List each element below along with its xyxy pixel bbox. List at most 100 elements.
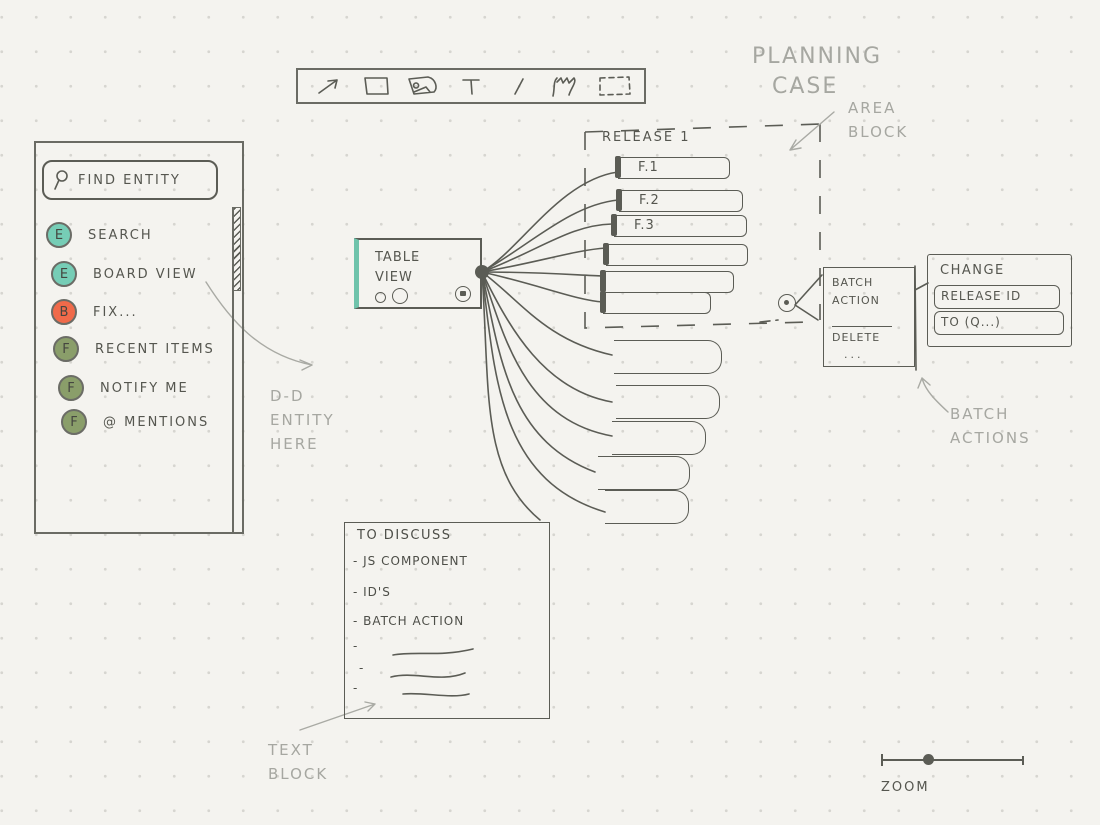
batch-action-menu: Batch action Delete ... (823, 267, 915, 367)
entity-item-notify-me[interactable]: F Notify me (58, 375, 189, 401)
annotation-line: block (848, 123, 909, 141)
table-view-title-line1: Table (375, 250, 421, 265)
line-tool[interactable] (502, 72, 536, 100)
annotation-line: Text (268, 741, 314, 759)
entity-label: @ mentions (103, 414, 210, 430)
user-icon[interactable] (392, 288, 408, 304)
entity-label: Search (88, 227, 153, 243)
drawing-toolbar (296, 68, 646, 104)
more-actions[interactable]: ... (844, 348, 864, 361)
zoom-slider[interactable] (880, 752, 1025, 768)
feature-row[interactable] (600, 291, 711, 314)
annotation-line: block (268, 765, 329, 783)
change-title: Change (940, 263, 1005, 278)
feature-row[interactable] (600, 270, 734, 293)
entity-item-fix[interactable]: B Fix... (51, 299, 138, 325)
text-block[interactable]: To discuss - JS component - ID's - Batch… (344, 522, 550, 719)
zoom-knob[interactable] (922, 754, 934, 765)
entity-item-board-view[interactable]: E Board view (51, 261, 198, 287)
unassigned-card[interactable] (614, 340, 722, 374)
feature-row-f1[interactable]: F.1 (615, 156, 730, 179)
image-tool[interactable] (406, 72, 440, 100)
entity-item-search[interactable]: E Search (46, 222, 153, 248)
annotation-line: Planning (752, 44, 882, 69)
drag-handle[interactable] (603, 243, 609, 265)
find-entity-input[interactable]: Find entity (42, 160, 218, 200)
batch-select-toggle[interactable] (778, 294, 796, 312)
batch-actions-annotation: Batch actions (950, 402, 1031, 450)
zoom-track[interactable] (882, 759, 1022, 761)
rectangle-tool[interactable] (359, 72, 393, 100)
annotation-line: D-D (270, 387, 305, 405)
entity-label: Recent items (95, 341, 215, 357)
feature-label: F.2 (639, 193, 660, 208)
feature-row[interactable] (603, 243, 748, 266)
feature-label: F.3 (634, 218, 655, 233)
hand-icon (552, 77, 576, 97)
hand-tool[interactable] (549, 72, 583, 100)
change-release-submenu: Change Release ID To (Q...) (927, 254, 1072, 347)
dashed-rectangle-icon (599, 76, 631, 96)
delete-action[interactable]: Delete (832, 326, 892, 344)
annotation-line: Batch (950, 405, 1010, 423)
dnd-annotation: D-D entity here (270, 384, 335, 456)
target-quarter-option[interactable]: To (Q...) (934, 311, 1064, 335)
table-view-title: Table view (375, 248, 445, 288)
batch-title-line1: Batch (832, 276, 874, 289)
zoom-max-tick (1022, 756, 1024, 765)
planning-case-annotation: Planning case (752, 42, 882, 102)
text-block-annotation: Text block (268, 738, 328, 786)
entity-badge: F (53, 336, 79, 362)
text-tool[interactable] (454, 72, 488, 100)
entity-label: Board view (93, 266, 198, 282)
annotation-line: here (270, 435, 319, 453)
table-view-title-line2: view (375, 270, 413, 285)
area-select-tool[interactable] (597, 72, 631, 100)
placeholder-squiggles (390, 648, 474, 697)
feature-row-f3[interactable]: F.3 (611, 214, 747, 237)
unassigned-card[interactable] (616, 385, 720, 419)
annotation-line: actions (950, 429, 1031, 447)
comment-icon[interactable] (455, 286, 471, 302)
release-title: Release 1 (602, 130, 691, 145)
line-icon (513, 78, 524, 95)
entity-item-mentions[interactable]: F @ mentions (61, 409, 209, 435)
batch-title-line2: action (832, 294, 880, 307)
unassigned-card[interactable] (598, 456, 690, 490)
entity-badge: E (46, 222, 72, 248)
entity-badge: F (58, 375, 84, 401)
drag-handle[interactable] (611, 214, 617, 236)
entity-label: Notify me (100, 380, 189, 396)
entity-sidebar: Find entity E Search E Board view B Fix.… (34, 141, 244, 534)
find-entity-placeholder: Find entity (78, 172, 181, 188)
drag-handle[interactable] (600, 291, 606, 313)
entity-item-recent-items[interactable]: F Recent items (53, 336, 215, 362)
image-icon (408, 76, 438, 95)
annotation-line: entity (270, 411, 335, 429)
drag-handle[interactable] (615, 156, 621, 178)
search-icon (54, 170, 68, 190)
feature-label: F.1 (638, 160, 659, 175)
annotation-line: Area (848, 99, 897, 117)
sidebar-scrollbar-thumb[interactable] (233, 207, 241, 291)
arrow-tool[interactable] (311, 72, 345, 100)
arrow-icon (318, 79, 338, 94)
area-block-arrow (789, 111, 835, 151)
rectangle-icon (363, 77, 389, 95)
drag-handle[interactable] (600, 270, 606, 292)
smiley-icon[interactable] (375, 292, 386, 303)
batch-actions-arrow (917, 377, 949, 413)
entity-badge: F (61, 409, 87, 435)
unassigned-card[interactable] (605, 490, 689, 524)
text-icon (462, 79, 480, 95)
feature-row-f2[interactable]: F.2 (616, 189, 743, 212)
area-block-annotation: Area block (848, 96, 908, 144)
table-view-card[interactable]: Table view (354, 238, 482, 309)
release-id-option[interactable]: Release ID (934, 285, 1060, 309)
entity-badge: B (51, 299, 77, 325)
drag-handle[interactable] (616, 189, 622, 211)
batch-action-title: Batch action (832, 274, 880, 310)
entity-label: Fix... (93, 304, 138, 320)
zoom-label: Zoom (881, 780, 930, 795)
unassigned-card[interactable] (612, 421, 706, 455)
